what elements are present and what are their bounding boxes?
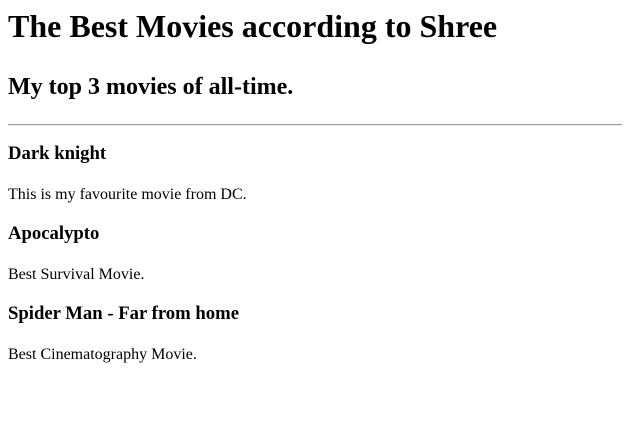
movie-title: Dark knight: [8, 143, 107, 164]
movie-title: Apocalypto: [8, 223, 100, 244]
movie-title: Spider Man - Far from home: [8, 303, 239, 324]
divider: [8, 124, 622, 126]
page-title: The Best Movies according to Shree: [8, 8, 498, 44]
movie-description: This is my favourite movie from DC.: [8, 186, 247, 203]
movie-description: Best Cinematography Movie.: [8, 346, 197, 363]
movie-description: Best Survival Movie.: [8, 266, 145, 283]
page-subtitle: My top 3 movies of all-time.: [8, 74, 294, 100]
